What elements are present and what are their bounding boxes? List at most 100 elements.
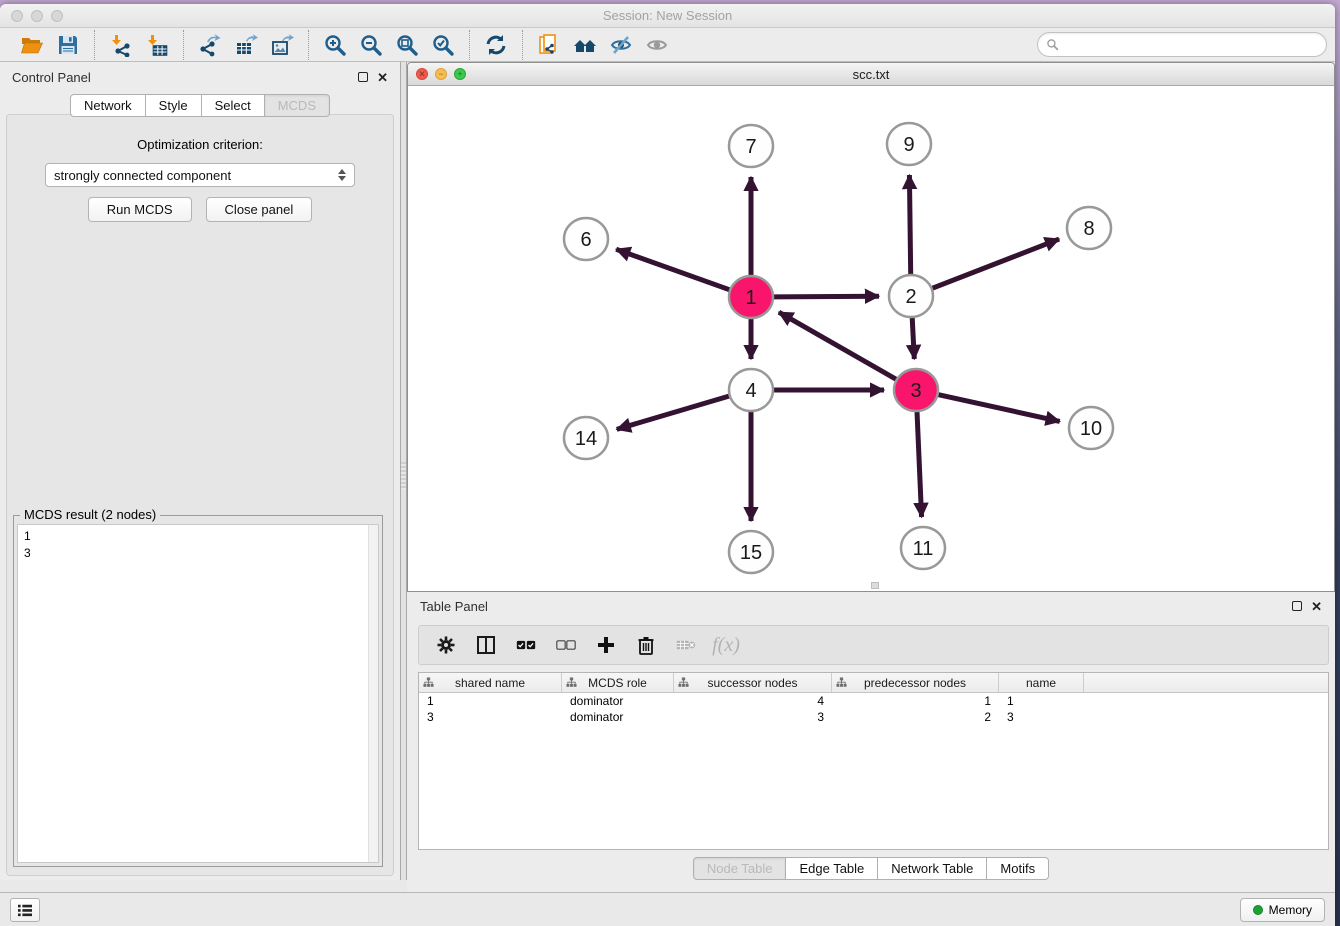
import-table-icon [145,33,169,57]
float-table-panel-icon[interactable] [1292,601,1302,611]
graph-node-15[interactable]: 15 [729,531,773,573]
panel-splitter[interactable] [400,62,407,880]
network-canvas[interactable]: 7 9 6 8 1 2 4 3 14 10 15 11 [408,86,1334,591]
export-network-button[interactable] [192,30,228,60]
tab-network[interactable]: Network [70,94,146,117]
show-all-button[interactable] [639,30,675,60]
tab-mcds[interactable]: MCDS [265,94,330,117]
first-neighbors-button[interactable] [567,30,603,60]
task-history-button[interactable] [10,898,40,922]
gear-button[interactable] [433,632,459,658]
table-row[interactable]: 1dominator411 [419,693,1328,709]
table-cell[interactable]: 3 [674,709,832,725]
add-column-button[interactable] [593,632,619,658]
column-header-successor-nodes[interactable]: successor nodes [674,673,832,692]
graph-edge-4-14[interactable] [617,396,729,429]
graph-node-7[interactable]: 7 [729,125,773,167]
close-panel-button[interactable]: Close panel [206,197,313,222]
import-network-button[interactable] [103,30,139,60]
export-network-icon [198,33,222,57]
table-cell[interactable]: 3 [999,709,1084,725]
node-label: 4 [745,380,756,402]
graph-edge-2-3[interactable] [912,318,914,359]
open-file-button[interactable] [14,30,50,60]
table-cell[interactable]: dominator [562,693,674,709]
graph-node-14[interactable]: 14 [564,417,608,459]
zoom-fit-button[interactable] [389,30,425,60]
export-table-icon [234,33,258,57]
network-window-titlebar[interactable]: ✕ − + scc.txt [408,63,1334,86]
table-cell[interactable]: 1 [832,693,999,709]
graph-node-11[interactable]: 11 [901,527,945,569]
network-graph[interactable]: 7 9 6 8 1 2 4 3 14 10 15 11 [408,86,1334,591]
hide-selected-button[interactable] [603,30,639,60]
search-input[interactable] [1064,37,1318,52]
graph-edge-3-10[interactable] [938,395,1059,422]
graph-node-8[interactable]: 8 [1067,207,1111,249]
export-table-button[interactable] [228,30,264,60]
tab-motifs[interactable]: Motifs [987,857,1049,880]
import-table-button[interactable] [139,30,175,60]
export-image-button[interactable] [264,30,300,60]
table-cell[interactable]: 1 [419,693,562,709]
column-label: successor nodes [707,676,797,690]
graph-edge-2-8[interactable] [932,239,1059,288]
tab-edge-table[interactable]: Edge Table [786,857,878,880]
column-header-MCDS-role[interactable]: MCDS role [562,673,674,692]
graph-node-2[interactable]: 2 [889,275,933,317]
mcds-result-group: MCDS result (2 nodes) 13 [13,515,383,867]
delete-column-button[interactable] [633,632,659,658]
criterion-select[interactable]: strongly connected component [45,163,355,187]
zoom-selected-button[interactable] [425,30,461,60]
toolbar-separator [469,30,470,60]
graph-node-4[interactable]: 4 [729,369,773,411]
tab-node-table[interactable]: Node Table [693,857,787,880]
graph-edge-1-2[interactable] [774,296,879,297]
tab-select[interactable]: Select [202,94,265,117]
zoom-out-button[interactable] [353,30,389,60]
tab-style[interactable]: Style [146,94,202,117]
table-cell[interactable]: 4 [674,693,832,709]
select-all-button[interactable] [513,632,539,658]
delete-table-button[interactable] [673,632,699,658]
column-header-shared-name[interactable]: shared name [419,673,562,692]
graph-node-6[interactable]: 6 [564,218,608,260]
mcds-result-textarea[interactable]: 13 [17,524,379,863]
close-panel-icon[interactable]: ✕ [377,71,388,84]
node-label: 1 [745,287,756,309]
zoom-in-button[interactable] [317,30,353,60]
graph-edge-3-11[interactable] [917,412,922,517]
graph-edge-1-6[interactable] [616,249,729,289]
memory-button[interactable]: Memory [1240,898,1325,922]
tab-network-table[interactable]: Network Table [878,857,987,880]
import-network-icon [109,33,133,57]
table-cell[interactable]: 2 [832,709,999,725]
column-header-predecessor-nodes[interactable]: predecessor nodes [832,673,999,692]
split-columns-button[interactable] [473,632,499,658]
canvas-resize-grip[interactable] [871,582,879,589]
scrollbar-track[interactable] [368,525,378,862]
graph-node-3[interactable]: 3 [894,369,938,411]
node-label: 14 [575,428,597,450]
splitter-grip[interactable] [401,462,406,490]
function-builder-button[interactable]: f(x) [713,632,739,658]
graph-node-9[interactable]: 9 [887,123,931,165]
graph-node-10[interactable]: 10 [1069,407,1113,449]
float-panel-icon[interactable] [358,72,368,82]
toolbar-separator [522,30,523,60]
save-session-button[interactable] [50,30,86,60]
graph-edge-3-1[interactable] [779,312,896,379]
table-cell[interactable]: 1 [999,693,1084,709]
graph-edge-2-9[interactable] [909,175,910,274]
delete-table-icon [676,635,696,655]
refresh-button[interactable] [478,30,514,60]
column-header-name[interactable]: name [999,673,1084,692]
run-mcds-button[interactable]: Run MCDS [88,197,192,222]
table-cell[interactable]: 3 [419,709,562,725]
clone-network-button[interactable] [531,30,567,60]
table-cell[interactable]: dominator [562,709,674,725]
deselect-all-button[interactable] [553,632,579,658]
table-row[interactable]: 3dominator323 [419,709,1328,725]
graph-node-1[interactable]: 1 [729,276,773,318]
close-table-panel-icon[interactable]: ✕ [1311,600,1322,613]
